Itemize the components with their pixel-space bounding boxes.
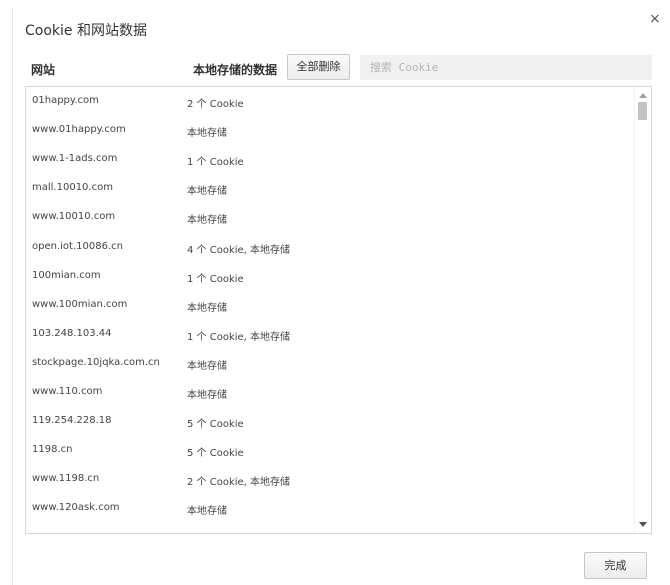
site-name: 01happy.com — [32, 95, 99, 106]
list-item[interactable]: www.01happy.com 本地存储 — [26, 116, 636, 145]
list-item[interactable]: www.1198.cn 2 个 Cookie, 本地存储 — [26, 465, 636, 494]
site-name: www.1-1ads.com — [32, 153, 118, 164]
site-data-summary: 5 个 Cookie — [187, 448, 244, 459]
list-item[interactable]: stockpage.10jqka.com.cn 本地存储 — [26, 349, 636, 378]
list-item[interactable]: www.100mian.com 本地存储 — [26, 291, 636, 320]
list-item[interactable]: 1198.cn 5 个 Cookie — [26, 436, 636, 465]
site-name: stockpage.10jqka.com.cn — [32, 357, 160, 368]
site-column-header: 网站 — [31, 63, 56, 77]
site-data-summary: 本地存储 — [187, 303, 227, 314]
site-name: 1198.cn — [32, 444, 73, 455]
list-item[interactable]: 01happy.com 2 个 Cookie — [26, 87, 636, 116]
site-data-summary: 本地存储 — [187, 186, 227, 197]
list-item[interactable]: 103.248.103.44 1 个 Cookie, 本地存储 — [26, 320, 636, 349]
scrollbar[interactable] — [634, 87, 651, 533]
site-data-summary: 本地存储 — [187, 506, 227, 517]
site-data-summary: 1 个 Cookie — [187, 274, 244, 285]
site-data-summary: 2 个 Cookie — [187, 99, 244, 110]
list-item[interactable]: 本地存储 — [26, 524, 636, 533]
site-name: www.110.com — [32, 386, 103, 397]
done-button[interactable]: 完成 — [584, 552, 647, 579]
remove-all-button[interactable]: 全部删除 — [287, 54, 350, 80]
local-data-column-header: 本地存储的数据 — [193, 63, 278, 77]
site-name: open.iot.10086.cn — [32, 241, 123, 252]
list-item[interactable]: www.110.com 本地存储 — [26, 378, 636, 407]
site-data-summary: 本地存储 — [187, 390, 227, 401]
list-item[interactable]: 100mian.com 1 个 Cookie — [26, 262, 636, 291]
list-item[interactable]: open.iot.10086.cn 4 个 Cookie, 本地存储 — [26, 233, 636, 262]
dialog-title: Cookie 和网站数据 — [25, 23, 147, 39]
scroll-down-arrow-icon[interactable] — [639, 522, 647, 527]
site-name: 119.254.228.18 — [32, 415, 112, 426]
close-icon[interactable]: × — [649, 12, 661, 26]
site-data-summary: 4 个 Cookie, 本地存储 — [187, 245, 291, 256]
scroll-up-arrow-icon[interactable] — [639, 93, 647, 98]
site-name: www.120ask.com — [32, 502, 120, 513]
site-name: www.10010.com — [32, 211, 116, 222]
site-data-summary: 1 个 Cookie, 本地存储 — [187, 332, 291, 343]
site-data-summary: 5 个 Cookie — [187, 419, 244, 430]
site-name: mall.10010.com — [32, 182, 113, 193]
site-data-list[interactable]: 01happy.com 2 个 Cookie www.01happy.com 本地存储… — [25, 86, 652, 534]
list-item[interactable]: www.1-1ads.com 1 个 Cookie — [26, 145, 636, 174]
site-data-summary: 1 个 Cookie — [187, 157, 244, 168]
site-data-summary: 本地存储 — [187, 532, 227, 533]
site-data-summary: 2 个 Cookie, 本地存储 — [187, 477, 291, 488]
list-item[interactable]: www.120ask.com 本地存储 — [26, 494, 636, 523]
site-name: 103.248.103.44 — [32, 328, 112, 339]
list-item[interactable]: www.10010.com 本地存储 — [26, 203, 636, 232]
scroll-thumb[interactable] — [638, 102, 647, 120]
site-data-summary: 本地存储 — [187, 128, 227, 139]
site-name: 100mian.com — [32, 270, 101, 281]
site-data-summary: 本地存储 — [187, 215, 227, 226]
dialog-edge — [12, 8, 13, 585]
list-item[interactable]: 119.254.228.18 5 个 Cookie — [26, 407, 636, 436]
search-cookies-input[interactable] — [360, 55, 652, 80]
cookie-dialog: Cookie 和网站数据 × 网站 本地存储的数据 全部删除 01happy.c… — [0, 0, 670, 585]
site-name: www.100mian.com — [32, 299, 128, 310]
site-name: www.01happy.com — [32, 124, 126, 135]
list-item[interactable]: mall.10010.com 本地存储 — [26, 174, 636, 203]
site-data-summary: 本地存储 — [187, 361, 227, 372]
site-name: www.1198.cn — [32, 473, 100, 484]
